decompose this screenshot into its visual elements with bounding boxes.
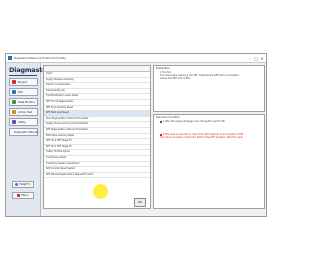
nav-label: Project [18, 80, 27, 84]
sidebar: Diagmaster Project DTC Data Monitor Acti… [6, 63, 50, 216]
utility-icon [12, 120, 16, 124]
dtc-icon [12, 90, 16, 94]
bullet-icon [160, 120, 162, 123]
execution-panel: Execution Condition 1.After the engine s… [153, 114, 265, 209]
nav-diagnostic-manual[interactable]: Diagnostic Manual [9, 128, 38, 136]
ok-label: OK [137, 200, 143, 204]
close-icon[interactable]: × [259, 56, 265, 61]
warning-line: will not be accurately monitored. Perfor… [160, 136, 244, 139]
nav-label: Data Monitor [18, 100, 35, 104]
app-icon [8, 56, 12, 60]
nav-label: Action Test [18, 110, 33, 114]
app-window: Diagmaster software (14.03.1012.01.01) U… [5, 53, 267, 217]
title-bar: Diagmaster software (14.03.1012.01.01) U… [6, 54, 266, 63]
main-content: Inject Supply Pressure Learning Injector C… [43, 65, 265, 214]
project-icon [12, 80, 16, 84]
ok-button[interactable]: OK [134, 198, 146, 207]
nav-label: DTC [18, 90, 24, 94]
menu-button[interactable]: Menu [12, 192, 34, 199]
data-monitor-icon [12, 100, 16, 104]
menu-icon [17, 194, 21, 197]
nav-project[interactable]: Project [9, 78, 38, 86]
list-item[interactable]: DPF Manual Regeneration Request Function [44, 173, 150, 179]
help-label: Help(F1) [19, 183, 31, 186]
brand-logo: Diagmaster [9, 66, 50, 74]
nav-action-test[interactable]: Action Test [9, 108, 38, 116]
window-title: Diagmaster software (14.03.1012.01.01) U… [14, 56, 66, 60]
help-button[interactable]: Help(F1) [12, 181, 34, 188]
window-controls: – □ × [247, 54, 265, 62]
menu-label: Menu [21, 194, 29, 197]
nav-data-monitor[interactable]: Data Monitor [9, 98, 38, 106]
nav-dtc[interactable]: DTC [9, 88, 38, 96]
nav-label: Utility [18, 120, 26, 124]
explanation-panel: Explanation 1.Function This reset value … [153, 65, 265, 112]
help-icon [15, 183, 19, 186]
nav-label: Diagnostic Manual [14, 130, 38, 134]
explanation-line: values and DPF load of ECU. [160, 77, 191, 80]
cursor-highlight [93, 184, 108, 199]
list-items: Inject Supply Pressure Learning Injector C… [44, 72, 150, 179]
execution-line-text: 1.After the engine stoppage, turn the ig… [163, 120, 226, 123]
brand-divider [9, 75, 37, 76]
action-test-icon [12, 110, 16, 114]
nav-utility[interactable]: Utility [9, 118, 38, 126]
